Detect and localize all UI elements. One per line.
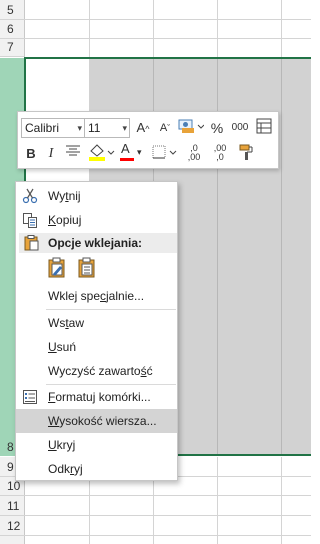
menu-item-label: Formatuj komórki... — [48, 390, 151, 404]
menu-item-hide[interactable]: Ukryj — [16, 433, 177, 457]
fill-color-icon — [89, 144, 115, 161]
grid-line — [24, 515, 311, 516]
italic-icon: I — [48, 146, 54, 161]
menu-separator — [46, 309, 176, 310]
context-menu: Wytnij Kopiuj Opcje wklejania: Wklej spe… — [15, 181, 178, 481]
row-header-12[interactable]: 12 — [0, 516, 24, 536]
center-align-button[interactable] — [63, 144, 83, 164]
format-painter-table-button[interactable] — [254, 118, 274, 138]
format-painter-button[interactable] — [236, 143, 258, 163]
decrease-decimal-button[interactable]: ,00 ,0 — [209, 144, 231, 164]
font-color-button[interactable]: A ▾ — [118, 141, 146, 162]
font-color-swatch — [120, 158, 134, 161]
chevron-down-icon: ▾ — [122, 123, 127, 133]
menu-item-format-cells[interactable]: Formatuj komórki... — [16, 385, 177, 409]
menu-item-label: Odkryj — [48, 462, 83, 476]
italic-button[interactable]: I — [42, 144, 60, 164]
decrease-decimal-icon: ,00 ,0 — [213, 143, 227, 162]
mini-toolbar: Calibri ▾ 11 ▾ A^ Aˇ % 000 B I A ▾ ,0 ,0… — [17, 111, 279, 169]
bold-icon: B — [26, 146, 36, 161]
grid-line — [89, 0, 90, 57]
menu-item-label: Wytnij — [48, 189, 81, 203]
copy-icon — [23, 213, 37, 228]
menu-item-label: Usuń — [48, 340, 77, 354]
borders-button[interactable] — [151, 142, 179, 162]
paste-icon — [78, 257, 95, 278]
row-header-7[interactable]: 7 — [0, 39, 24, 57]
row-header-6[interactable]: 6 — [0, 20, 24, 39]
font-size-combo[interactable]: 11 ▾ — [84, 118, 130, 138]
paste-formatting-icon — [48, 257, 65, 278]
align-center-icon — [66, 145, 80, 156]
paste-formatting-option[interactable] — [47, 257, 69, 281]
grid-line — [24, 535, 311, 536]
row-header-13[interactable] — [0, 536, 24, 544]
font-name-combo[interactable]: Calibri ▾ — [21, 118, 85, 138]
increase-decimal-button[interactable]: ,0 ,00 — [183, 144, 205, 164]
menu-item-paste-special[interactable]: Wklej specjalnie... — [16, 284, 177, 308]
menu-item-label: Ukryj — [48, 438, 76, 452]
decrease-font-size-button[interactable]: Aˇ — [156, 118, 174, 138]
menu-item-label: Wstaw — [48, 316, 85, 330]
increase-font-size-button[interactable]: A^ — [134, 118, 152, 138]
accounting-format-icon — [178, 119, 205, 133]
grid-line — [24, 38, 311, 39]
chevron-down-icon: ▾ — [77, 123, 82, 133]
grid-line — [153, 0, 154, 57]
menu-item-insert[interactable]: Wstaw — [16, 311, 177, 335]
paste-option[interactable] — [77, 257, 99, 281]
paintbrush-icon — [239, 144, 253, 160]
scissors-icon — [22, 188, 38, 204]
increase-decimal-icon: ,0 ,00 — [187, 143, 201, 162]
grid-line — [24, 19, 311, 20]
menu-item-cut[interactable]: Wytnij — [16, 184, 177, 208]
borders-icon — [152, 145, 177, 159]
menu-item-clear-contents[interactable]: Wyczyść zawartość — [16, 359, 177, 383]
percent-icon: % — [210, 120, 224, 136]
bold-button[interactable]: B — [22, 144, 40, 164]
font-name-value: Calibri — [25, 121, 60, 135]
grid-line — [24, 495, 311, 496]
menu-item-unhide[interactable]: Odkryj — [16, 457, 177, 481]
increase-font-icon: A — [136, 120, 146, 135]
paste-options-header: Opcje wklejania: — [19, 233, 177, 253]
grid-line — [217, 0, 218, 57]
menu-item-label: Wysokość wiersza... — [48, 414, 157, 428]
menu-item-copy[interactable]: Kopiuj — [16, 208, 177, 232]
menu-item-label: Wyczyść zawartość — [48, 364, 153, 378]
accounting-format-button[interactable] — [177, 118, 205, 138]
paste-options-title: Opcje wklejania: — [48, 236, 143, 250]
thousands-icon: 000 — [231, 122, 249, 133]
grid-line — [281, 0, 282, 57]
grid-line — [217, 457, 218, 544]
menu-item-delete[interactable]: Usuń — [16, 335, 177, 359]
row-header-5[interactable]: 5 — [0, 0, 24, 20]
comma-style-button[interactable]: 000 — [229, 118, 251, 138]
format-cells-icon — [23, 390, 37, 404]
menu-item-label: Wklej specjalnie... — [48, 289, 145, 303]
row-header-11[interactable]: 11 — [0, 496, 24, 516]
menu-item-row-height[interactable]: Wysokość wiersza... — [16, 409, 177, 433]
percent-style-button[interactable]: % — [208, 118, 226, 138]
grid-line — [281, 457, 282, 544]
menu-item-label: Kopiuj — [48, 213, 82, 227]
table-format-icon — [256, 118, 272, 134]
font-color-icon: A — [121, 141, 130, 156]
clipboard-icon — [24, 235, 39, 251]
chevron-down-icon: ▾ — [137, 147, 142, 157]
fill-color-button[interactable] — [87, 142, 115, 162]
font-size-value: 11 — [88, 121, 101, 135]
